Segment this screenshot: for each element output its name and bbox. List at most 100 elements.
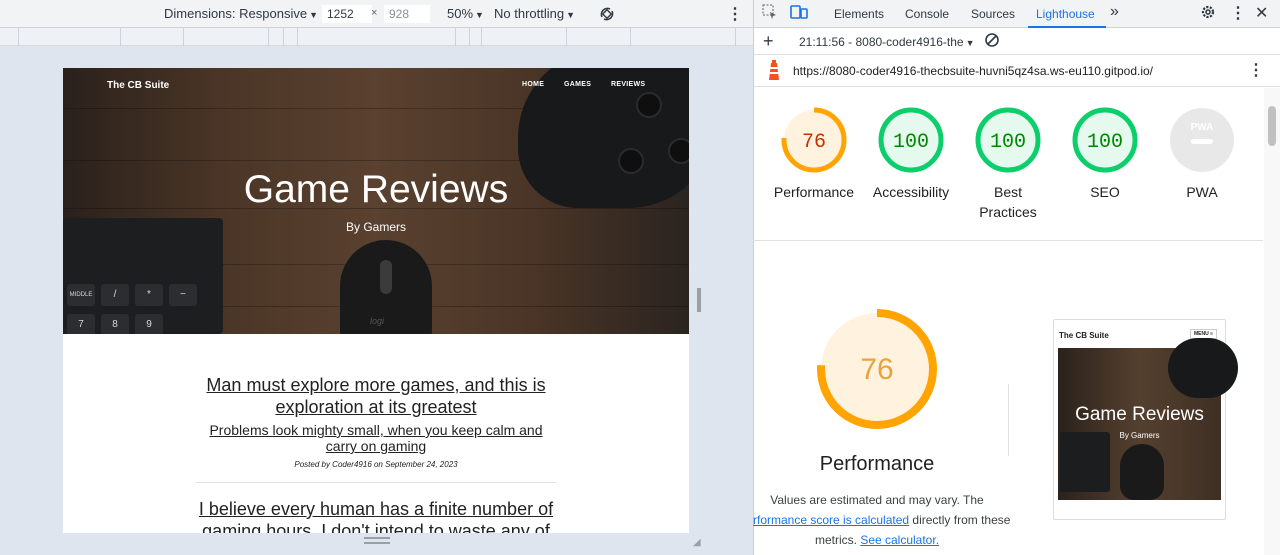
description-text: Values are estimated and may vary. The	[770, 493, 984, 507]
chevron-down-icon: ▼	[566, 10, 576, 20]
thumb-brand: The CB Suite	[1059, 331, 1109, 340]
more-vert-icon[interactable]: ⋮	[727, 4, 743, 24]
post-title[interactable]: I believe every human has a finite numbe…	[196, 498, 556, 533]
key-label: 9	[135, 314, 163, 334]
throttling-dropdown[interactable]: No throttling ▼	[494, 6, 575, 21]
close-icon[interactable]: ✕	[1255, 3, 1268, 23]
post-subtitle-line: carry on gaming	[325, 438, 427, 454]
more-vert-icon[interactable]: ⋮	[1230, 3, 1246, 23]
throttling-label: No throttling	[494, 6, 565, 21]
tab-sources[interactable]: Sources	[971, 7, 1015, 21]
gauge-label: PWA	[1186, 184, 1218, 200]
resize-handle-corner[interactable]: ◢	[693, 537, 701, 548]
key-label: MIDDLE	[67, 284, 95, 306]
dimensions-dropdown[interactable]: Dimensions: Responsive ▼	[164, 6, 318, 21]
performance-title: Performance	[819, 453, 935, 475]
score-calculated-link[interactable]: rformance score is calculated	[753, 513, 909, 527]
score-gauge: 76	[781, 107, 847, 173]
lighthouse-icon	[766, 60, 782, 85]
media-query-ruler	[0, 28, 753, 46]
post-title[interactable]: Man must explore more games, and this is…	[196, 374, 556, 418]
post-title-line: I believe every human has a finite numbe…	[198, 499, 554, 519]
dimensions-label: Dimensions: Responsive	[164, 6, 308, 21]
score-gauge: 100	[1072, 107, 1138, 173]
site-brand[interactable]: The CB Suite	[107, 80, 169, 91]
mouse-image: logi	[340, 240, 432, 334]
emulated-viewport: MIDDLE / * − 7 8 9 logi The CB Suite HOM…	[63, 68, 689, 533]
performance-description: Values are estimated and may vary. The r…	[753, 490, 1010, 550]
nav-home[interactable]: HOME	[522, 81, 544, 88]
rotate-icon[interactable]	[597, 4, 617, 27]
section-divider	[1008, 384, 1009, 456]
resize-handle-bottom[interactable]	[364, 537, 390, 544]
post-preview[interactable]: Man must explore more games, and this is…	[196, 374, 556, 469]
more-vert-icon[interactable]: ⋮	[1248, 60, 1264, 80]
performance-big-gauge: 76	[817, 309, 937, 429]
key-label: 7	[67, 314, 95, 334]
lighthouse-toolbar: + 21:11:56 - 8080-coder4916-the ▼	[754, 28, 1280, 55]
thumb-title: Game Reviews	[1075, 404, 1204, 425]
scrollbar-thumb[interactable]	[1268, 106, 1276, 146]
inspect-element-icon[interactable]	[762, 4, 778, 25]
post-divider	[196, 482, 556, 483]
keyboard-image: MIDDLE / * − 7 8 9	[63, 218, 223, 334]
see-calculator-link[interactable]: See calculator.	[860, 533, 939, 547]
key-label: /	[101, 284, 129, 306]
more-tabs-icon[interactable]: »	[1110, 3, 1119, 21]
score-gauge: 100	[975, 107, 1041, 173]
key-label: 8	[101, 314, 129, 334]
chevron-down-icon: ▼	[965, 38, 975, 48]
gauge-score: 100	[1087, 131, 1123, 154]
new-report-icon[interactable]: +	[763, 31, 774, 52]
description-text: metrics.	[814, 533, 861, 547]
hero-title: Game Reviews	[243, 168, 509, 211]
thumb-hero: Game Reviews By Gamers	[1058, 338, 1238, 500]
height-input[interactable]: 928	[384, 5, 430, 23]
width-input[interactable]: 1252	[322, 5, 372, 23]
performance-section: 76 Performance Values are estimated and …	[753, 300, 1010, 550]
nav-reviews[interactable]: REVIEWS	[611, 81, 645, 88]
post-subtitle-line: Problems look mighty small, when you kee…	[209, 422, 543, 438]
gauge-score: 76	[802, 131, 826, 154]
post-subtitle[interactable]: Problems look mighty small, when you kee…	[196, 422, 556, 454]
devtools-tabbar: Elements Console Sources Lighthouse » ⋮ …	[754, 0, 1280, 28]
tab-console[interactable]: Console	[905, 7, 949, 21]
category-scores: 76 Performance 100 Accessibility 100 Bes…	[753, 88, 1263, 241]
settings-gear-icon[interactable]	[1200, 4, 1216, 25]
report-label: 21:11:56 - 8080-coder4916-the	[799, 35, 964, 49]
gauge-pwa[interactable]: PWA PWA	[1142, 106, 1262, 202]
zoom-label: 50%	[447, 6, 474, 21]
device-toggle-icon[interactable]	[790, 4, 808, 25]
clear-icon[interactable]	[984, 32, 1000, 51]
score-gauge: 100	[878, 107, 944, 173]
description-text: directly from these	[909, 513, 1011, 527]
post-title-line: Man must explore more games, and this is	[206, 375, 546, 395]
tab-lighthouse[interactable]: Lighthouse	[1036, 7, 1095, 21]
chevron-down-icon: ▼	[309, 10, 318, 20]
gauge-score: 100	[893, 131, 929, 154]
final-screenshot-thumbnail[interactable]: The CB Suite MENU ≡ Game Reviews By Game…	[1053, 319, 1238, 520]
hero-subtitle: By Gamers	[345, 220, 406, 234]
thumb-subtitle: By Gamers	[1119, 431, 1160, 440]
post-preview[interactable]: I believe every human has a finite numbe…	[196, 498, 556, 533]
mouse-brand-label: logi	[370, 316, 385, 326]
gauge-score: 100	[990, 131, 1026, 154]
chevron-down-icon: ▼	[475, 10, 484, 20]
device-toolbar: Dimensions: Responsive ▼ 1252 × 928 50% ▼ …	[0, 0, 753, 28]
post-title-line: gaming hours. I don't intend to waste an…	[202, 521, 550, 533]
pwa-badge-icon: PWA	[1170, 108, 1234, 172]
hero-section: MIDDLE / * − 7 8 9 logi The CB Suite HOM…	[63, 68, 689, 334]
report-url[interactable]: https://8080-coder4916-thecbsuite-huvni5…	[793, 64, 1153, 78]
gauge-label: Practices	[979, 204, 1037, 220]
key-label: −	[169, 284, 197, 306]
resize-handle-right[interactable]	[697, 288, 701, 312]
gauge-score: 76	[860, 353, 893, 386]
report-selector[interactable]: 21:11:56 - 8080-coder4916-the ▼	[799, 35, 975, 49]
tab-elements[interactable]: Elements	[834, 7, 884, 21]
post-title-line: exploration at its greatest	[275, 397, 477, 417]
report-scrollbar[interactable]	[1264, 88, 1280, 555]
zoom-dropdown[interactable]: 50% ▼	[447, 6, 484, 21]
device-emulation-pane: Dimensions: Responsive ▼ 1252 × 928 50% ▼ …	[0, 0, 753, 555]
post-meta: Posted by Coder4916 on September 24, 202…	[294, 460, 458, 469]
nav-games[interactable]: GAMES	[564, 81, 591, 88]
